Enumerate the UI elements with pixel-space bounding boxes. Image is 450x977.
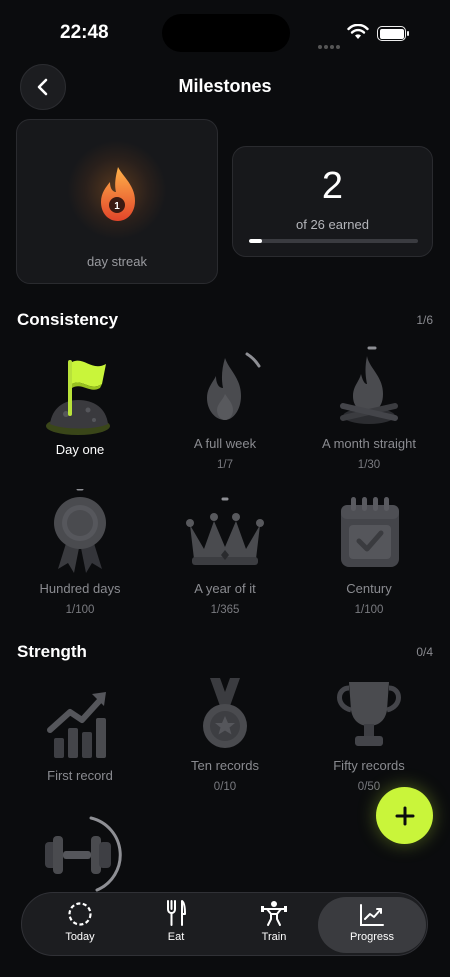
section-title-consistency: Consistency <box>17 310 119 329</box>
earned-progress-bar <box>249 239 418 243</box>
tab-progress[interactable]: Progress <box>318 897 426 953</box>
badge-ten-records[interactable]: Ten records 0/10 <box>150 676 300 793</box>
signal-dots-icon <box>318 36 342 49</box>
section-count-consistency: 1/6 <box>416 313 433 327</box>
badge-name: A full week <box>193 436 257 451</box>
tab-label: Today <box>65 931 95 943</box>
badge-first-record[interactable]: First record <box>5 682 155 783</box>
badge-fifty-records[interactable]: Fifty records 0/50 <box>294 676 444 793</box>
flame-ring-icon <box>207 352 261 420</box>
today-ring-icon <box>68 902 92 926</box>
badge-progress: 1/365 <box>210 604 240 616</box>
badge-name: Century <box>346 581 392 596</box>
badge-progress: 1/100 <box>65 604 95 616</box>
badge-dumbbell[interactable] <box>5 812 155 894</box>
status-bar: 22:48 <box>0 0 450 60</box>
badge-a-month-straight[interactable]: A month straight 1/30 <box>294 340 444 471</box>
badge-a-full-week[interactable]: A full week 1/7 <box>150 340 300 471</box>
wifi-icon <box>347 24 369 39</box>
badge-name: Fifty records <box>333 758 405 773</box>
badge-name: First record <box>47 768 113 783</box>
medal-icon <box>203 678 247 748</box>
badge-name: Hundred days <box>39 581 121 596</box>
badge-name: A year of it <box>194 581 256 596</box>
badge-progress: 0/10 <box>213 781 237 793</box>
badge-progress: 0/50 <box>357 781 381 793</box>
earned-progress-fill <box>249 239 262 243</box>
calendar-check-icon <box>341 497 399 567</box>
weightlifter-icon <box>261 901 287 926</box>
tab-label: Train <box>261 931 287 943</box>
section-count-strength: 0/4 <box>416 645 433 659</box>
earned-count: 2 <box>321 165 344 207</box>
badge-day-one[interactable]: Day one <box>5 346 155 457</box>
tab-train[interactable]: Train <box>220 897 328 953</box>
tab-eat[interactable]: Eat <box>122 897 230 953</box>
badge-a-year-of-it[interactable]: A year of it 1/365 <box>150 485 300 616</box>
section-title-strength: Strength <box>17 642 87 661</box>
streak-label: day streak <box>87 254 147 269</box>
page-title: Milestones <box>178 76 272 96</box>
tab-today[interactable]: Today <box>26 897 134 953</box>
rising-bars-icon <box>47 692 106 758</box>
fork-knife-icon <box>167 900 186 926</box>
streak-card[interactable]: 1 day streak <box>16 119 218 284</box>
rosette-ribbon-icon <box>54 489 106 573</box>
campfire-icon <box>340 346 398 424</box>
badge-progress: 1/30 <box>357 459 381 471</box>
trend-chart-icon <box>360 904 384 926</box>
earned-label: of 26 earned <box>295 217 369 232</box>
badge-hundred-days[interactable]: Hundred days 1/100 <box>5 485 155 616</box>
badge-progress: 1/7 <box>217 459 233 471</box>
badge-name: Day one <box>55 442 105 457</box>
badge-name: A month straight <box>322 436 416 451</box>
tab-label: Progress <box>349 931 395 943</box>
badge-name: Ten records <box>191 758 259 773</box>
badge-century[interactable]: Century 1/100 <box>294 485 444 616</box>
status-time: 22:48 <box>60 22 109 43</box>
add-button[interactable] <box>376 787 433 844</box>
tab-bar: Today Eat Train Progress <box>21 892 428 956</box>
crown-icon <box>186 497 264 565</box>
streak-number-text: 1 <box>114 201 120 212</box>
plus-icon <box>395 806 414 825</box>
dumbbell-icon <box>45 816 122 892</box>
trophy-icon <box>337 682 401 746</box>
earned-card[interactable]: 2 of 26 earned <box>232 146 433 257</box>
badge-progress: 1/100 <box>354 604 384 616</box>
svg-text:1: 1 <box>114 201 120 212</box>
dynamic-island <box>162 14 290 52</box>
tab-label: Eat <box>167 931 185 943</box>
flag-on-rock-icon <box>46 360 110 435</box>
battery-icon <box>377 26 409 41</box>
